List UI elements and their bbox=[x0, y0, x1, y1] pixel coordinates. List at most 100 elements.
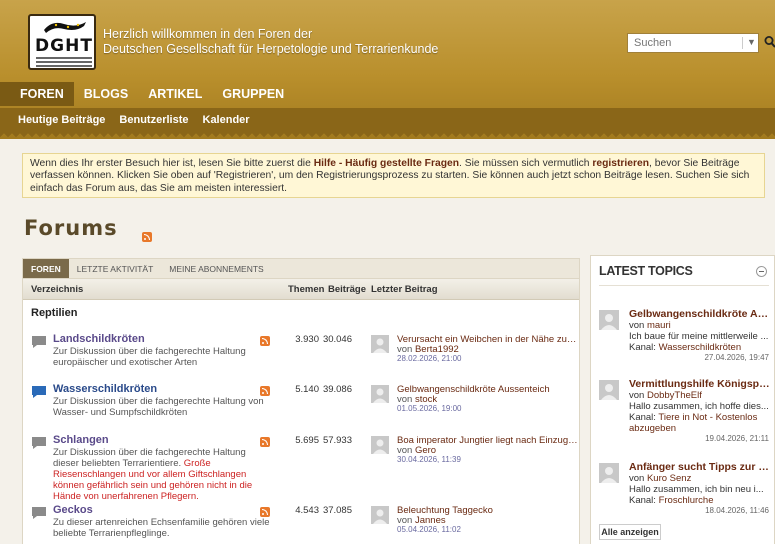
avatar[interactable] bbox=[599, 310, 619, 330]
avatar[interactable] bbox=[371, 335, 389, 353]
forum-name[interactable]: Geckos bbox=[53, 504, 93, 516]
author-prefix: von bbox=[629, 473, 647, 484]
topic-channel: Kanal: Tiere in Not - Kostenlos bbox=[629, 412, 769, 423]
channel-link-cont[interactable]: abzugeben bbox=[629, 423, 676, 434]
list-item: Anfänger sucht Tipps zur Fro... von Kuro… bbox=[599, 461, 774, 516]
chevron-down-icon[interactable]: ▼ bbox=[747, 37, 756, 47]
first-visit-notice: Wenn dies Ihr erster Besuch hier ist, le… bbox=[22, 153, 765, 198]
topic-author: von DobbyTheElf bbox=[629, 390, 769, 401]
welcome-text: Herzlich willkommen in den Foren der Deu… bbox=[103, 27, 438, 57]
last-post-date: 05.04.2026, 11:02 bbox=[397, 525, 461, 534]
page-title: Forums bbox=[24, 216, 118, 240]
forum-posts: 37.085 bbox=[322, 505, 352, 516]
forum-threads: 3.930 bbox=[295, 334, 319, 345]
forum-description: Zur Diskussion über die fachgerechte Hal… bbox=[53, 447, 271, 502]
nav-foren[interactable]: FOREN bbox=[0, 82, 74, 106]
logo-text: DGHT bbox=[35, 36, 93, 56]
forum-tabs: FOREN LETZTE AKTIVITÄT MEINE ABONNEMENTS bbox=[23, 259, 579, 279]
rss-icon[interactable] bbox=[260, 437, 270, 447]
rss-icon[interactable] bbox=[260, 386, 270, 396]
last-post-date: 01.05.2026, 19:00 bbox=[397, 404, 462, 413]
table-header: Verzeichnis Themen Beiträge Letzter Beit… bbox=[23, 279, 579, 300]
site-header: DGHT Herzlich willkommen in den Foren de… bbox=[0, 0, 775, 139]
dght-logo[interactable]: DGHT bbox=[28, 14, 96, 70]
header-threads: Themen bbox=[288, 284, 325, 295]
channel-link[interactable]: Wasserschildkröten bbox=[659, 342, 742, 353]
divider bbox=[599, 285, 769, 286]
last-post-date: 28.02.2026, 21:00 bbox=[397, 354, 462, 363]
forum-posts: 57.933 bbox=[322, 435, 352, 446]
notice-faq-link[interactable]: Hilfe - Häufig gestellte Fragen bbox=[314, 158, 459, 169]
header-last-post: Letzter Beitrag bbox=[371, 284, 438, 295]
forum-list-panel: FOREN LETZTE AKTIVITÄT MEINE ABONNEMENTS… bbox=[22, 258, 580, 544]
forum-status-new-icon bbox=[32, 386, 46, 398]
list-item: Gelbwangenschildkröte Aus... von mauri I… bbox=[599, 308, 774, 363]
topic-excerpt: Ich baue für meine mittlerweile ... bbox=[629, 331, 769, 342]
section-title: Reptilien bbox=[31, 307, 78, 319]
search-icon[interactable] bbox=[764, 35, 775, 49]
avatar[interactable] bbox=[599, 380, 619, 400]
topic-author: von mauri bbox=[629, 320, 769, 331]
topic-title[interactable]: Gelbwangenschildkröte Aus... bbox=[629, 308, 774, 320]
forum-name[interactable]: Wasserschildkröten bbox=[53, 383, 157, 395]
author-link[interactable]: mauri bbox=[647, 320, 671, 331]
notice-register-link[interactable]: registrieren bbox=[592, 158, 649, 169]
welcome-line-1: Herzlich willkommen in den Foren der bbox=[103, 27, 313, 41]
tab-recent-activity[interactable]: LETZTE AKTIVITÄT bbox=[69, 259, 162, 278]
nav-gruppen[interactable]: GRUPPEN bbox=[212, 82, 294, 106]
channel-link[interactable]: Tiere in Not - Kostenlos bbox=[658, 412, 757, 423]
show-all-button[interactable]: Alle anzeigen bbox=[599, 524, 661, 540]
notice-text-2: . Sie müssen sich vermutlich bbox=[459, 158, 593, 169]
author-prefix: von bbox=[629, 320, 647, 331]
topic-date: 19.04.2026, 21:11 bbox=[705, 434, 769, 443]
author-link[interactable]: DobbyTheElf bbox=[647, 390, 702, 401]
table-row: Geckos Zu dieser artenreichen Echsenfami… bbox=[23, 504, 579, 540]
header-directory: Verzeichnis bbox=[31, 284, 84, 295]
header-edge-decoration bbox=[0, 132, 775, 139]
rss-icon[interactable] bbox=[260, 336, 270, 346]
avatar[interactable] bbox=[371, 506, 389, 524]
rss-icon[interactable] bbox=[260, 507, 270, 517]
channel-prefix: Kanal: bbox=[629, 412, 659, 423]
avatar[interactable] bbox=[599, 463, 619, 483]
rss-icon[interactable] bbox=[142, 232, 152, 242]
author-link[interactable]: Kuro Senz bbox=[647, 473, 691, 484]
nav-artikel[interactable]: ARTIKEL bbox=[138, 82, 212, 106]
collapse-icon[interactable] bbox=[756, 266, 767, 277]
subnav-calendar[interactable]: Kalender bbox=[203, 108, 250, 132]
topic-author: von Kuro Senz bbox=[629, 473, 769, 484]
avatar[interactable] bbox=[371, 436, 389, 454]
main-nav: FOREN BLOGS ARTIKEL GRUPPEN bbox=[0, 82, 294, 106]
tab-subscriptions[interactable]: MEINE ABONNEMENTS bbox=[161, 259, 271, 278]
topic-title[interactable]: Vermittlungshilfe Königspyth... bbox=[629, 378, 774, 390]
tab-foren[interactable]: FOREN bbox=[23, 259, 69, 278]
channel-link[interactable]: Froschlurche bbox=[659, 495, 714, 506]
topic-title[interactable]: Anfänger sucht Tipps zur Fro... bbox=[629, 461, 774, 473]
author-prefix: von bbox=[629, 390, 647, 401]
subnav-todays-posts[interactable]: Heutige Beiträge bbox=[18, 108, 105, 132]
topic-channel: Kanal: Froschlurche bbox=[629, 495, 769, 506]
forum-threads: 4.543 bbox=[295, 505, 319, 516]
forum-threads: 5.695 bbox=[295, 435, 319, 446]
search-input[interactable] bbox=[628, 34, 743, 52]
latest-topics-panel: LATEST TOPICS Gelbwangenschildkröte Aus.… bbox=[590, 255, 775, 544]
forum-name[interactable]: Landschildkröten bbox=[53, 333, 145, 345]
table-row: Schlangen Zur Diskussion über die fachge… bbox=[23, 434, 579, 502]
header-posts: Beiträge bbox=[328, 284, 367, 295]
forum-name[interactable]: Schlangen bbox=[53, 434, 109, 446]
forum-status-icon bbox=[32, 437, 46, 449]
topic-excerpt: Hallo zusammen, ich bin neu i... bbox=[629, 484, 764, 495]
nav-blogs[interactable]: BLOGS bbox=[74, 82, 138, 106]
channel-prefix: Kanal: bbox=[629, 495, 659, 506]
topic-date: 18.04.2026, 11:46 bbox=[705, 506, 769, 515]
forum-threads: 5.140 bbox=[295, 384, 319, 395]
subnav-member-list[interactable]: Benutzerliste bbox=[119, 108, 188, 132]
welcome-line-2: Deutschen Gesellschaft für Herpetologie … bbox=[103, 42, 439, 56]
avatar[interactable] bbox=[371, 385, 389, 403]
table-row: Landschildkröten Zur Diskussion über die… bbox=[23, 333, 579, 369]
forum-description-text: Zur Diskussion über die fachgerechte Hal… bbox=[53, 447, 246, 469]
forum-status-icon bbox=[32, 507, 46, 519]
table-row: Wasserschildkröten Zur Diskussion über d… bbox=[23, 383, 579, 419]
search-box: ▼ bbox=[627, 33, 759, 53]
logo-subtitle-lines bbox=[36, 57, 92, 59]
